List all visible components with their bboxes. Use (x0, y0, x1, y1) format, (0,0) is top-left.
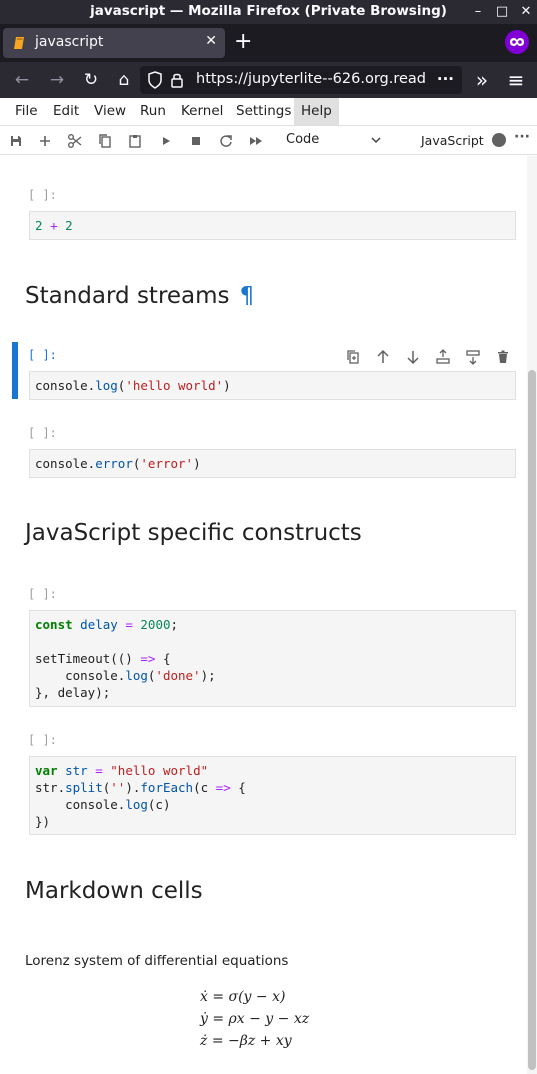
url-bar[interactable]: https://jupyterlite--626.org.readtl ··· (140, 66, 462, 94)
app-menu-button[interactable]: ≡ (504, 68, 528, 92)
forward-button[interactable]: → (45, 68, 69, 92)
duplicate-icon (347, 350, 359, 364)
site-security-icon[interactable] (146, 70, 186, 90)
toolbar-more-icon[interactable]: ··· (514, 129, 530, 145)
navigation-bar: ← → ↻ ⌂ https://jupyterlite--626.org.rea… (0, 62, 537, 98)
cell-prompt: [ ]: (28, 587, 57, 601)
browser-tab[interactable]: javascript ✕ (3, 28, 225, 58)
menu-kernel[interactable]: Kernel (174, 98, 230, 125)
move-cell-down-button[interactable] (404, 348, 422, 366)
cell-prompt: [ ]: (28, 426, 57, 440)
heading-markdown-cells: Markdown cells (25, 878, 203, 904)
chevron-down-icon[interactable] (370, 132, 382, 148)
arrow-up-icon (377, 349, 389, 363)
insert-cell-above-button[interactable] (434, 348, 452, 366)
url-text[interactable]: https://jupyterlite--626.org.readtl (196, 71, 426, 87)
close-window-button[interactable]: ✕ (516, 2, 536, 22)
minimize-button[interactable]: – (468, 2, 488, 22)
equation-line: ẏ = ρx − y − xz (200, 1011, 310, 1027)
code-cell-input[interactable]: const delay = 2000; setTimeout(() => { c… (29, 610, 516, 707)
cell-type-select[interactable]: Code (286, 132, 319, 147)
back-button[interactable]: ← (10, 68, 34, 92)
move-cell-up-button[interactable] (374, 348, 392, 366)
heading-javascript-constructs: JavaScript specific constructs (25, 520, 362, 546)
equation-line: ż = −βz + xy (200, 1033, 292, 1049)
cell-prompt: [ ]: (28, 348, 57, 362)
scissors-icon (68, 134, 82, 148)
tab-close-icon[interactable]: ✕ (205, 33, 217, 49)
cut-button[interactable] (65, 131, 85, 151)
book-icon (14, 37, 24, 49)
insert-cell-below-button[interactable] (464, 348, 482, 366)
heading-anchor-link[interactable]: ¶ (240, 283, 255, 309)
menu-file[interactable]: File (8, 98, 45, 125)
save-button[interactable] (6, 131, 26, 151)
stop-icon (192, 137, 200, 145)
code-cell-input[interactable]: var str = "hello world" str.split('').fo… (29, 756, 516, 835)
code-cell-input[interactable]: 2 + 2 (29, 211, 516, 240)
overflow-menu-button[interactable]: » (470, 68, 494, 92)
menu-run[interactable]: Run (133, 98, 173, 125)
delete-cell-button[interactable] (494, 348, 512, 366)
equation-line: ẋ = σ(y − x) (200, 989, 286, 1005)
paste-button[interactable] (125, 131, 145, 151)
insert-cell-button[interactable] (35, 131, 55, 151)
heading-text: Standard streams (25, 283, 230, 309)
run-button[interactable] (156, 131, 176, 151)
kernel-name-button[interactable]: JavaScript (421, 133, 484, 148)
code-cell-input[interactable]: console.log('hello world') (29, 371, 516, 400)
cell-prompt: [ ]: (28, 188, 57, 202)
active-cell-indicator (12, 342, 18, 399)
interrupt-button[interactable] (186, 131, 206, 151)
private-browsing-icon (505, 30, 529, 54)
menu-settings[interactable]: Settings (229, 98, 298, 125)
kernel-status-icon (492, 133, 506, 147)
copy-icon (99, 134, 111, 148)
save-icon (11, 136, 21, 146)
arrow-down-icon (407, 351, 419, 365)
maximize-button[interactable]: □ (492, 2, 512, 22)
tab-bar: javascript ✕ + (0, 24, 537, 62)
plus-icon (40, 136, 50, 146)
markdown-paragraph: Lorenz system of differential equations (25, 953, 289, 969)
refresh-icon (220, 135, 232, 147)
fast-forward-icon (250, 137, 262, 145)
clipboard-icon (129, 135, 141, 148)
lorenz-equations: ẋ = σ(y − x) ẏ = ρx − y − xz ż = −βz + x… (200, 986, 309, 1052)
code-cell-input[interactable]: console.error('error') (29, 449, 516, 478)
heading-standard-streams: Standard streams ¶ (25, 283, 254, 309)
scrollbar-thumb[interactable] (528, 370, 536, 1070)
reload-button[interactable]: ↻ (79, 68, 103, 92)
menu-view[interactable]: View (87, 98, 133, 125)
menu-help[interactable]: Help (294, 98, 339, 125)
page-actions-icon[interactable]: ··· (437, 70, 454, 88)
menu-edit[interactable]: Edit (46, 98, 86, 125)
window-title: javascript — Mozilla Firefox (Private Br… (90, 3, 447, 19)
tab-title: javascript (35, 34, 104, 50)
notebook-toolbar: Code JavaScript ··· (0, 127, 537, 155)
window-titlebar: javascript — Mozilla Firefox (Private Br… (0, 0, 537, 24)
duplicate-cell-button[interactable] (344, 348, 362, 366)
play-icon (163, 137, 170, 145)
restart-run-all-button[interactable] (246, 131, 266, 151)
copy-button[interactable] (95, 131, 115, 151)
cell-prompt: [ ]: (28, 733, 57, 747)
jupyter-menubar: File Edit View Run Kernel Settings Help (0, 98, 537, 126)
trash-icon (498, 350, 508, 363)
insert-below-icon (466, 350, 480, 365)
new-tab-button[interactable]: + (234, 29, 252, 55)
restart-button[interactable] (216, 131, 236, 151)
home-button[interactable]: ⌂ (112, 68, 136, 92)
insert-above-icon (436, 349, 450, 364)
